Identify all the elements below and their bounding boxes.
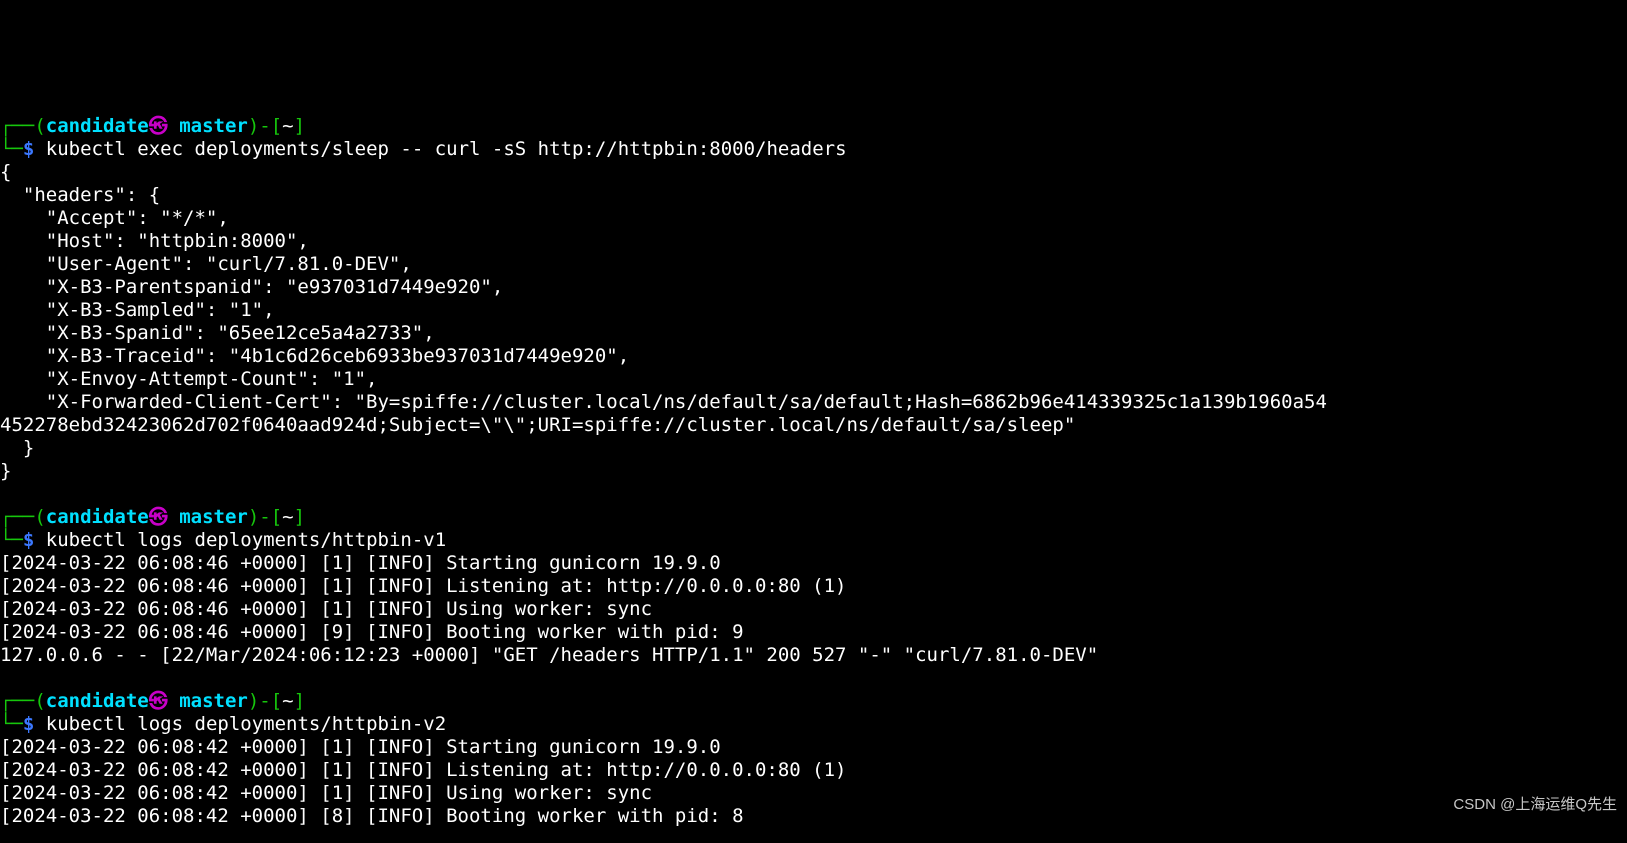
prompt-rparen: ) [248, 115, 259, 137]
prompt-sep: ㉿ [149, 690, 168, 712]
prompt-end: ] [294, 506, 305, 528]
prompt-sep: ㉿ [149, 506, 168, 528]
output-1-line: 452278ebd32423062d702f0640aad924d;Subjec… [0, 414, 1075, 436]
output-3-line: [2024-03-22 06:08:42 +0000] [1] [INFO] L… [0, 759, 846, 781]
prompt-lparen: ( [34, 115, 45, 137]
command-2[interactable]: kubectl logs deployments/httpbin-v1 [46, 529, 446, 551]
prompt-dollar: $ [23, 138, 34, 160]
prompt-path: ~ [282, 690, 293, 712]
prompt-rparen: ) [248, 506, 259, 528]
output-1-line: "X-B3-Sampled": "1", [0, 299, 275, 321]
output-1-line: "X-B3-Parentspanid": "e937031d7449e920", [0, 276, 503, 298]
prompt-corner-bl: └─ [0, 138, 23, 160]
output-3-line: [2024-03-22 06:08:42 +0000] [1] [INFO] U… [0, 782, 652, 804]
output-2-line: [2024-03-22 06:08:46 +0000] [1] [INFO] L… [0, 575, 846, 597]
command-3[interactable]: kubectl logs deployments/httpbin-v2 [46, 713, 446, 735]
prompt-path: ~ [282, 506, 293, 528]
prompt-user: candidate [46, 506, 149, 528]
prompt-lparen: ( [34, 506, 45, 528]
output-1-line: { [0, 161, 11, 183]
output-2-line: [2024-03-22 06:08:46 +0000] [9] [INFO] B… [0, 621, 744, 643]
prompt-corner-tl: ┌── [0, 690, 34, 712]
prompt-dollar: $ [23, 529, 34, 551]
output-3-line: [2024-03-22 06:08:42 +0000] [1] [INFO] S… [0, 736, 721, 758]
prompt-dash: -[ [259, 115, 282, 137]
watermark: CSDN @上海运维Q先生 [1453, 793, 1617, 816]
prompt-rparen: ) [248, 690, 259, 712]
output-3-line: [2024-03-22 06:08:42 +0000] [8] [INFO] B… [0, 805, 744, 827]
prompt-user: candidate [46, 690, 149, 712]
prompt-host: master [168, 115, 248, 137]
prompt-corner-tl: ┌── [0, 506, 34, 528]
prompt-user: candidate [46, 115, 149, 137]
output-1-line: "X-Envoy-Attempt-Count": "1", [0, 368, 378, 390]
output-1-line: "X-B3-Traceid": "4b1c6d26ceb6933be937031… [0, 345, 629, 367]
command-1[interactable]: kubectl exec deployments/sleep -- curl -… [46, 138, 847, 160]
prompt-dash: -[ [259, 690, 282, 712]
output-2-line: [2024-03-22 06:08:46 +0000] [1] [INFO] U… [0, 598, 652, 620]
prompt-lparen: ( [34, 690, 45, 712]
prompt-corner-bl: └─ [0, 529, 23, 551]
output-1-line: } [0, 460, 11, 482]
output-2-line: 127.0.0.6 - - [22/Mar/2024:06:12:23 +000… [0, 644, 1098, 666]
output-1-line: "Host": "httpbin:8000", [0, 230, 309, 252]
prompt-end: ] [294, 690, 305, 712]
terminal[interactable]: ┌──(candidate㉿ master)-[~] └─$ kubectl e… [0, 115, 1627, 843]
output-1-line: "X-Forwarded-Client-Cert": "By=spiffe://… [0, 391, 1327, 413]
output-1-line: } [0, 437, 34, 459]
prompt-end: ] [294, 115, 305, 137]
prompt-dash: -[ [259, 506, 282, 528]
prompt-dollar: $ [23, 713, 34, 735]
prompt-host: master [168, 690, 248, 712]
prompt-path: ~ [282, 115, 293, 137]
output-1-line: "X-B3-Spanid": "65ee12ce5a4a2733", [0, 322, 435, 344]
output-1-line: "headers": { [0, 184, 160, 206]
prompt-corner-bl: └─ [0, 713, 23, 735]
output-2-line: [2024-03-22 06:08:46 +0000] [1] [INFO] S… [0, 552, 721, 574]
output-1-line: "Accept": "*/*", [0, 207, 229, 229]
prompt-sep: ㉿ [149, 115, 168, 137]
prompt-corner-tl: ┌── [0, 115, 34, 137]
prompt-host: master [168, 506, 248, 528]
output-1-line: "User-Agent": "curl/7.81.0-DEV", [0, 253, 412, 275]
